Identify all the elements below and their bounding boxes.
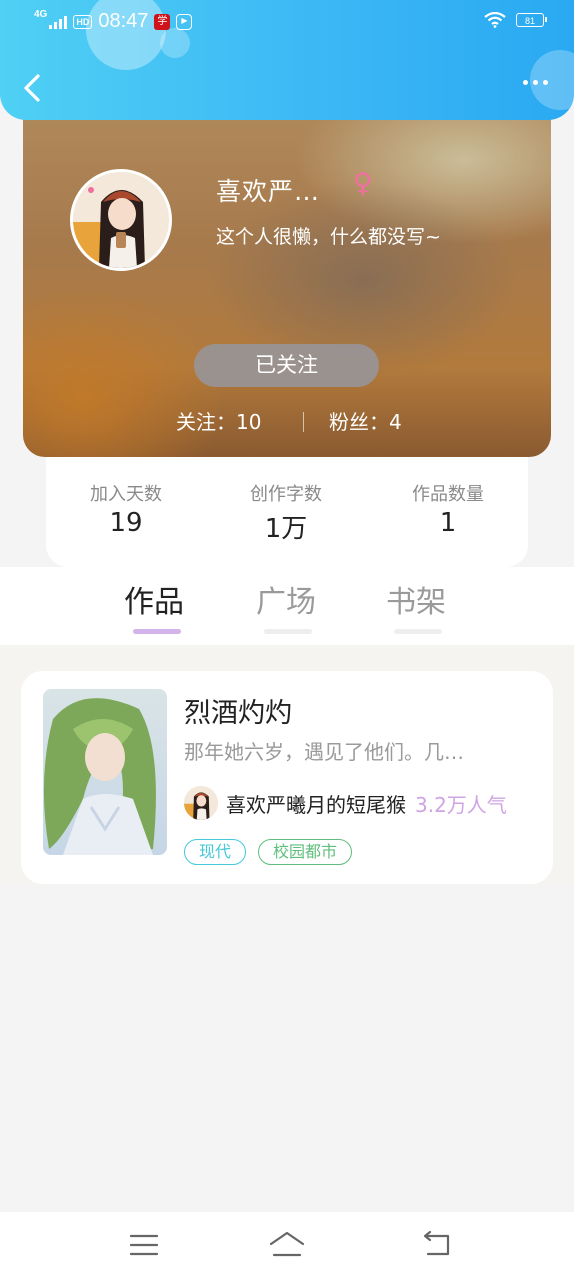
- app-notification-icon: 学: [154, 13, 171, 30]
- wifi-icon: [484, 12, 506, 28]
- home-button[interactable]: [268, 1230, 306, 1264]
- female-icon: ♀: [353, 168, 373, 199]
- author-row: 喜欢严曦月的短尾猴 3.2万人气: [184, 784, 507, 822]
- author-avatar: [184, 786, 218, 820]
- fans-count[interactable]: 粉丝：4: [329, 406, 402, 435]
- tag-list: 现代 校园都市: [184, 839, 353, 865]
- stat-label: 作品数量: [412, 484, 484, 505]
- stats-card: 加入天数 19 创作字数 1万 作品数量 1: [46, 456, 528, 567]
- play-notification-icon: ▶: [176, 13, 193, 30]
- username: 喜欢严…: [216, 177, 321, 206]
- work-card[interactable]: 烈酒灼灼 那年她六岁，遇见了他们。几… 喜欢严曦月的短尾猴 3.2万人气 现代 …: [21, 671, 553, 884]
- stat-label: 加入天数: [90, 484, 162, 505]
- work-description: 那年她六岁，遇见了他们。几…: [184, 740, 464, 764]
- back-arrow-icon: [423, 1230, 450, 1256]
- status-bar: 4G HD 08:47 学 ▶ 81: [0, 0, 574, 44]
- home-icon: [269, 1231, 305, 1257]
- stat-value: 19: [109, 508, 143, 538]
- menu-icon: [129, 1234, 159, 1256]
- profile-card: 喜欢严… ♀ 这个人很懒，什么都没写~ 已关注 关注：10 粉丝：4: [23, 100, 551, 457]
- follow-button[interactable]: 已关注: [194, 344, 379, 387]
- stat-value: 1: [439, 508, 457, 538]
- network-type: 4G: [34, 9, 48, 20]
- system-nav-bar: [0, 1212, 574, 1280]
- more-dots-icon: [523, 80, 528, 85]
- tag-chip[interactable]: 校园都市: [258, 839, 353, 865]
- stat-join-days: 加入天数 19: [46, 480, 206, 538]
- tab-square[interactable]: 广场: [256, 577, 316, 621]
- stat-value: 1万: [264, 514, 308, 544]
- stat-works-count: 作品数量 1: [368, 480, 528, 538]
- tab-works[interactable]: 作品: [124, 577, 184, 621]
- book-cover: [43, 689, 167, 855]
- tab-indicator: [264, 629, 312, 634]
- hd-badge: HD: [73, 14, 93, 29]
- tab-indicator: [394, 629, 442, 634]
- tag-chip[interactable]: 现代: [184, 839, 247, 865]
- stat-label: 创作字数: [250, 484, 322, 505]
- more-button[interactable]: [523, 80, 548, 85]
- popularity-count: 3.2万人气: [415, 792, 507, 817]
- divider: [303, 412, 304, 432]
- menu-button[interactable]: [128, 1230, 160, 1264]
- tab-bar: 作品 广场 书架: [0, 567, 574, 645]
- battery-icon: 81: [516, 13, 547, 27]
- avatar[interactable]: [70, 169, 172, 271]
- following-count[interactable]: 关注：10: [176, 406, 261, 435]
- stat-word-count: 创作字数 1万: [206, 480, 366, 545]
- system-back-button[interactable]: [420, 1230, 454, 1264]
- work-title: 烈酒灼灼: [184, 698, 292, 729]
- status-time: 08:47: [98, 10, 149, 32]
- tab-bookshelf[interactable]: 书架: [386, 577, 446, 621]
- tab-indicator-active: [133, 629, 181, 634]
- back-button[interactable]: [18, 70, 48, 106]
- chevron-left-icon: [24, 74, 40, 102]
- user-bio: 这个人很懒，什么都没写~: [216, 226, 441, 248]
- signal-icon: [49, 15, 68, 29]
- author-name: 喜欢严曦月的短尾猴: [226, 792, 406, 817]
